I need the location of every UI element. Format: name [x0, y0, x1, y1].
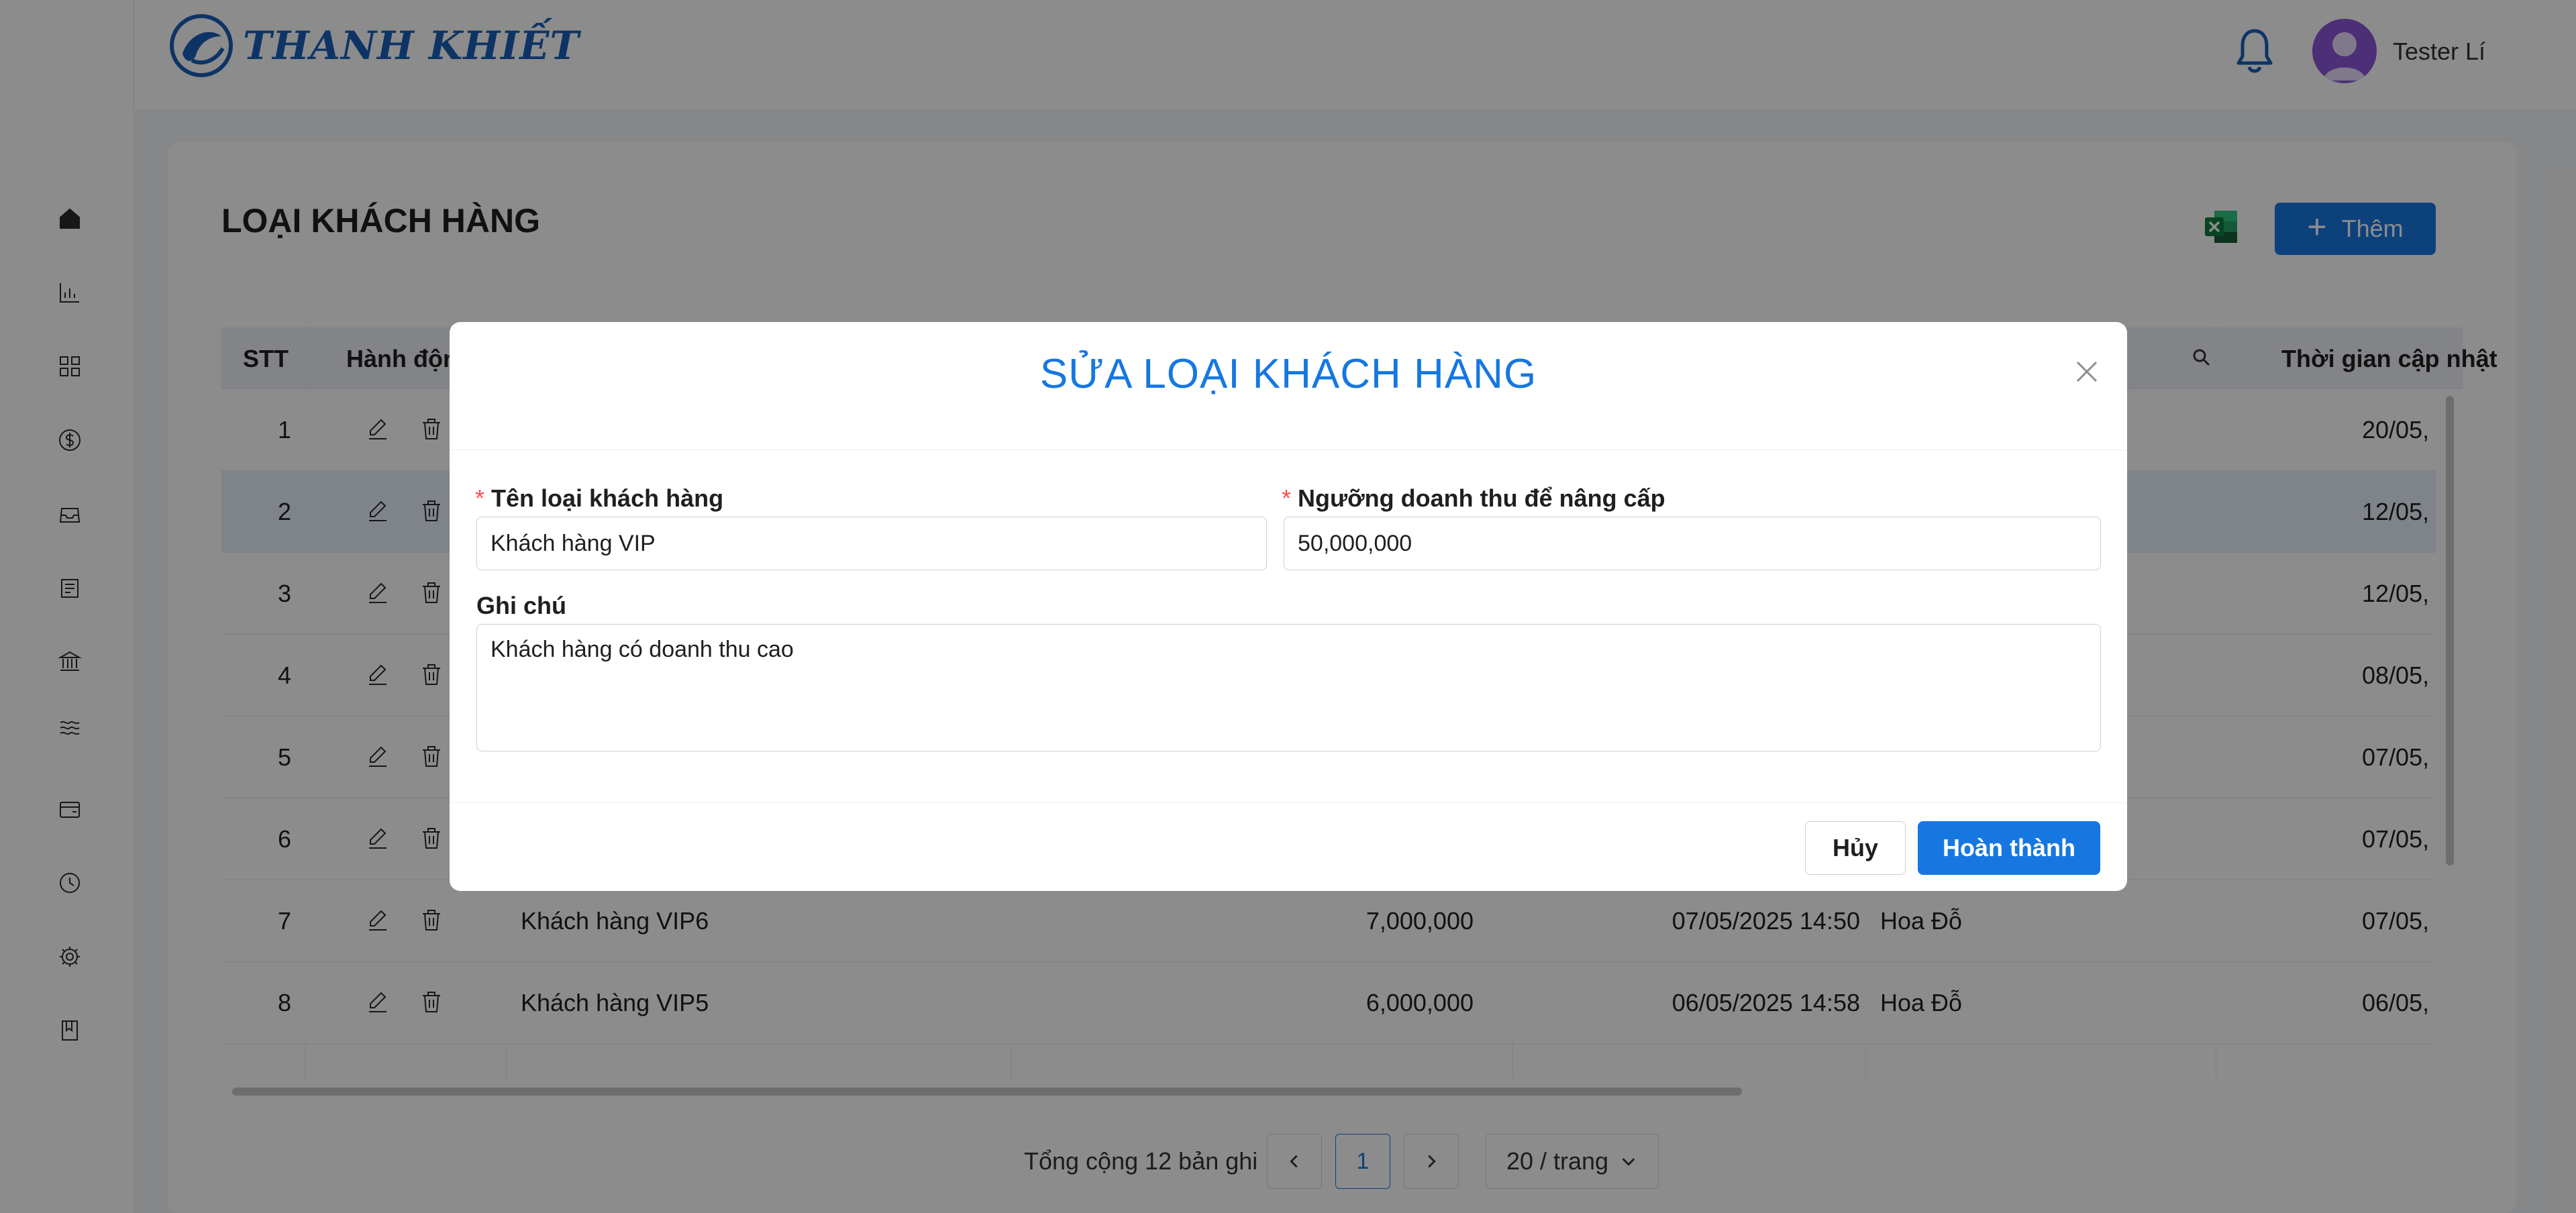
complete-button[interactable]: Hoàn thành [1918, 821, 2100, 875]
required-marker: * [1282, 484, 1292, 512]
required-marker: * [475, 484, 485, 512]
modal-footer-divider [450, 802, 2127, 803]
note-textarea[interactable]: Khách hàng có doanh thu cao [476, 624, 2101, 751]
threshold-field-label: * Ngưỡng doanh thu để nâng cấp [1282, 484, 1665, 513]
revenue-threshold-input[interactable] [1284, 517, 2101, 570]
name-field-label: * Tên loại khách hàng [475, 484, 723, 513]
name-field-label-text: Tên loại khách hàng [491, 484, 724, 512]
threshold-field-label-text: Ngưỡng doanh thu để nâng cấp [1298, 484, 1665, 512]
cancel-button[interactable]: Hủy [1805, 821, 1906, 875]
edit-customer-type-modal: SỬA LOẠI KHÁCH HÀNG * Tên loại khách hàng… [450, 322, 2127, 891]
modal-title: SỬA LOẠI KHÁCH HÀNG [1039, 351, 1537, 397]
customer-type-name-input[interactable] [476, 517, 1267, 570]
note-field-label: Ghi chú [476, 592, 566, 619]
close-icon[interactable] [2067, 352, 2107, 392]
